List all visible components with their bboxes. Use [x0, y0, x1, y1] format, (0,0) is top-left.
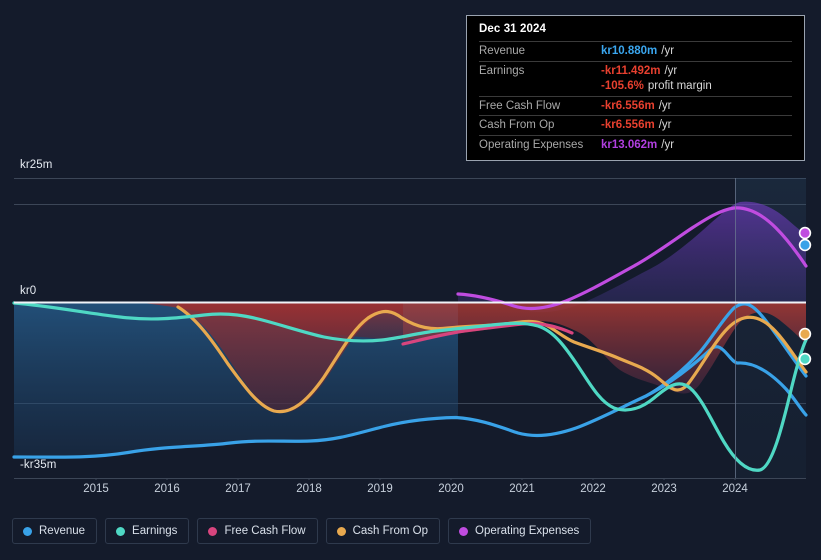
legend-swatch-icon	[208, 526, 218, 536]
tooltip-row-label: Cash From Op	[479, 119, 555, 131]
tooltip-row: Operating Expenses kr13.062m/yr	[479, 134, 792, 155]
legend-item-label: Free Cash Flow	[224, 525, 306, 537]
legend-item-revenue[interactable]: Revenue	[12, 518, 98, 544]
tooltip-rows: Revenue kr10.880m/yr Earnings -kr11.492m/yr…	[479, 41, 792, 154]
chart-legend[interactable]: Revenue Earnings Free Cash Flow Cash From O…	[12, 518, 592, 544]
opex-revenue-fill	[458, 201, 806, 313]
tooltip-row-label: Revenue	[479, 45, 526, 57]
tooltip-row-value: kr13.062m	[601, 138, 658, 151]
endpoint-dot-opex	[798, 226, 812, 240]
legend-item-label: Operating Expenses	[475, 525, 580, 537]
endpoint-dot-earnings	[798, 352, 812, 366]
x-axis-tick-2018: 2018	[296, 483, 322, 495]
legend-item-label: Revenue	[39, 525, 86, 537]
tooltip-row-unit: profit margin	[647, 80, 712, 92]
x-axis: 2015 2016 2017 2018 2019 2020 2021 2022 2023 2024	[0, 483, 821, 501]
tooltip-row: Earnings -kr11.492m/yr	[479, 60, 792, 81]
y-axis-label-top: kr25m	[20, 159, 53, 171]
y-axis-label-bottom: -kr35m	[20, 459, 57, 471]
tooltip-row-label: Earnings	[479, 64, 525, 77]
tooltip-row-value-wrap: kr13.062m/yr	[601, 139, 674, 151]
plot-area[interactable]	[0, 170, 821, 480]
legend-swatch-icon	[116, 526, 126, 536]
tooltip-row: -105.6% profit margin	[479, 80, 792, 96]
tooltip-row: Revenue kr10.880m/yr	[479, 41, 792, 61]
tooltip-date: Dec 31 2024	[479, 23, 546, 35]
legend-item-operating-expenses[interactable]: Operating Expenses	[448, 518, 592, 544]
tooltip-row-unit: /yr	[661, 45, 675, 57]
tooltip-row-value: kr10.880m	[601, 45, 658, 57]
legend-item-earnings[interactable]: Earnings	[105, 518, 190, 544]
tooltip-row-value-wrap: -kr6.556m/yr	[601, 100, 672, 112]
tooltip-row-value-wrap: -kr11.492m/yr	[601, 65, 677, 77]
tooltip-row-value: -105.6%	[601, 80, 644, 92]
x-axis-tick-2015: 2015	[83, 483, 109, 495]
x-axis-tick-2019: 2019	[367, 483, 393, 495]
tooltip-row-value-wrap: kr10.880m/yr	[601, 45, 674, 57]
tooltip-row: Cash From Op -kr6.556m/yr	[479, 115, 792, 135]
legend-swatch-icon	[23, 526, 32, 536]
tooltip-row-value-wrap: -kr6.556m/yr	[601, 119, 672, 131]
financial-area-chart: kr25m kr0 -kr35m 2015 2016 2017 2018 2019 202…	[0, 0, 821, 560]
legend-item-free-cash-flow[interactable]: Free Cash Flow	[197, 518, 318, 544]
legend-item-label: Cash From Op	[352, 525, 429, 537]
tooltip-row-unit: /yr	[658, 99, 672, 112]
tooltip-row-label: Free Cash Flow	[479, 99, 561, 112]
x-axis-tick-2021: 2021	[509, 483, 535, 495]
tooltip-row-value: -kr6.556m	[601, 99, 655, 112]
tooltip-row: Free Cash Flow -kr6.556m/yr	[479, 95, 792, 116]
tooltip-row-value: -kr11.492m	[601, 64, 661, 77]
tooltip-row-unit: /yr	[664, 64, 678, 77]
tooltip-row-unit: /yr	[658, 119, 672, 131]
legend-swatch-icon	[336, 526, 346, 536]
x-axis-tick-2017: 2017	[225, 483, 251, 495]
tooltip-row-label: Operating Expenses	[479, 138, 584, 151]
y-axis-label-zero: kr0	[20, 285, 37, 297]
data-tooltip: Dec 31 2024 Revenue kr10.880m/yr Earnings -…	[466, 15, 805, 161]
x-axis-tick-2022: 2022	[580, 483, 606, 495]
x-axis-tick-2023: 2023	[651, 483, 677, 495]
legend-swatch-icon	[459, 526, 469, 536]
x-axis-tick-2016: 2016	[154, 483, 180, 495]
tooltip-row-value: -kr6.556m	[601, 119, 655, 131]
x-axis-tick-2020: 2020	[438, 483, 464, 495]
endpoint-dot-cash-from-op	[798, 327, 812, 341]
chart-canvas	[12, 178, 812, 480]
legend-item-cash-from-op[interactable]: Cash From Op	[325, 518, 441, 544]
endpoint-dot-revenue	[798, 238, 812, 252]
tooltip-row-unit: /yr	[661, 138, 675, 151]
legend-item-label: Earnings	[132, 525, 178, 537]
tooltip-row-value-wrap: -105.6% profit margin	[601, 80, 712, 92]
x-axis-tick-2024: 2024	[722, 483, 748, 495]
